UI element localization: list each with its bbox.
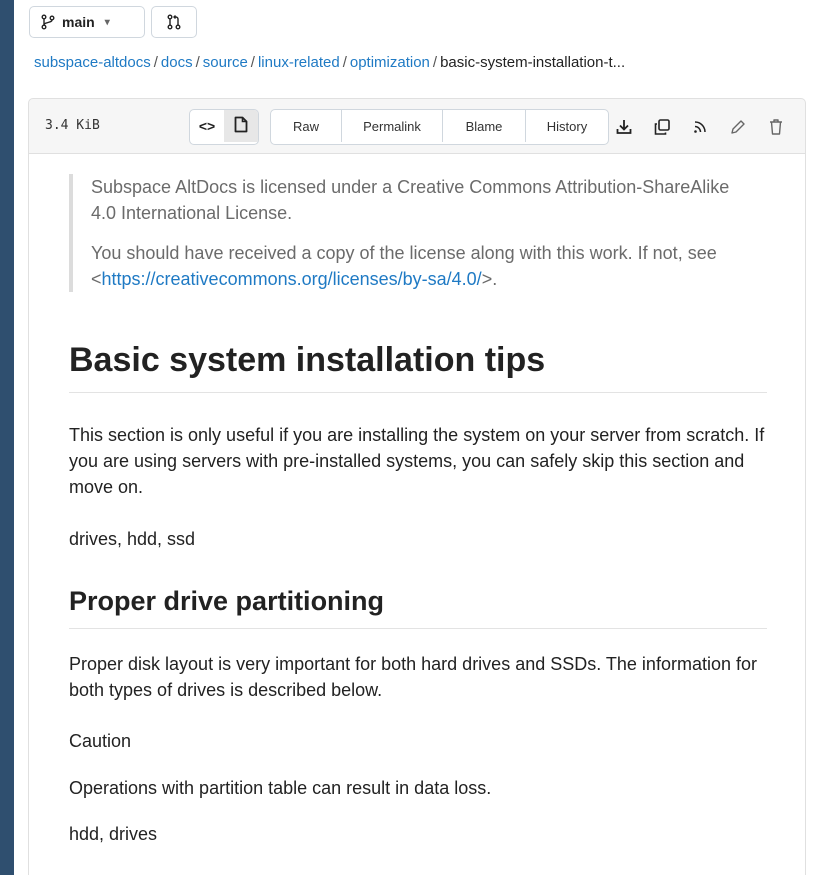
pull-request-icon	[166, 14, 182, 30]
tags-paragraph: drives, hdd, ssd	[69, 529, 196, 549]
license-notice: You should have received a copy of the l…	[91, 240, 751, 292]
breadcrumb-separator: /	[153, 54, 158, 71]
branch-icon	[40, 14, 56, 30]
history-button[interactable]: History	[526, 110, 608, 142]
breadcrumb-separator: /	[250, 54, 255, 71]
view-toggle: <>	[189, 109, 259, 145]
branch-bar: main ▾	[29, 6, 197, 38]
breadcrumb: subspace-altdocs / docs / source / linux-relat…	[34, 54, 625, 71]
page-title: Basic system installation tips	[69, 340, 767, 393]
breadcrumb-current: basic-system-installation-t...	[440, 54, 626, 71]
view-source-button[interactable]: <>	[190, 110, 224, 142]
view-rendered-button[interactable]	[224, 110, 258, 142]
file-actions-group: Raw Permalink Blame History	[270, 109, 609, 145]
download-icon[interactable]	[605, 116, 643, 138]
breadcrumb-separator: /	[342, 54, 347, 71]
file-icon	[234, 116, 248, 136]
raw-button[interactable]: Raw	[271, 110, 342, 142]
caution-text: Operations with partition table can resu…	[69, 778, 492, 798]
blame-button[interactable]: Blame	[443, 110, 526, 142]
chevron-down-icon: ▾	[104, 16, 110, 28]
breadcrumb-link-docs[interactable]: docs	[161, 54, 193, 71]
license-link[interactable]: https://creativecommons.org/licenses/by-…	[102, 269, 482, 289]
license-blockquote: Subspace AltDocs is licensed under a Cre…	[69, 174, 751, 292]
tags-paragraph-2: hdd, drives	[69, 824, 158, 844]
breadcrumb-link-source[interactable]: source	[203, 54, 248, 71]
file-icon-actions	[605, 116, 795, 138]
code-icon: <>	[198, 118, 216, 134]
compare-button[interactable]	[151, 6, 197, 38]
intro-paragraph: This section is only useful if you are i…	[69, 425, 765, 497]
file-size: 3.4 KiB	[45, 118, 100, 133]
breadcrumb-separator: /	[195, 54, 200, 71]
page: main ▾ subspace-altdocs / docs / source / linu…	[14, 0, 818, 875]
rss-icon[interactable]	[681, 116, 719, 138]
section-paragraph: Proper disk layout is very important for…	[69, 654, 757, 700]
license-notice-suffix: >.	[481, 269, 498, 289]
permalink-button[interactable]: Permalink	[342, 110, 443, 142]
copy-icon[interactable]	[643, 116, 681, 138]
branch-name: main	[62, 14, 95, 30]
breadcrumb-link-optimization[interactable]: optimization	[350, 54, 430, 71]
breadcrumb-link-linux-related[interactable]: linux-related	[258, 54, 340, 71]
license-text: Subspace AltDocs is licensed under a Cre…	[91, 177, 730, 223]
caution-label: Caution	[69, 731, 132, 751]
branch-selector[interactable]: main ▾	[29, 6, 145, 38]
section-title: Proper drive partitioning	[69, 584, 767, 629]
breadcrumb-link-repo[interactable]: subspace-altdocs	[34, 54, 151, 71]
breadcrumb-separator: /	[432, 54, 438, 71]
rendered-markdown: Subspace AltDocs is licensed under a Cre…	[28, 154, 806, 875]
edit-icon[interactable]	[719, 116, 757, 138]
file-header: 3.4 KiB <> Raw Permalink Blame History	[28, 98, 806, 154]
delete-icon[interactable]	[757, 116, 795, 138]
